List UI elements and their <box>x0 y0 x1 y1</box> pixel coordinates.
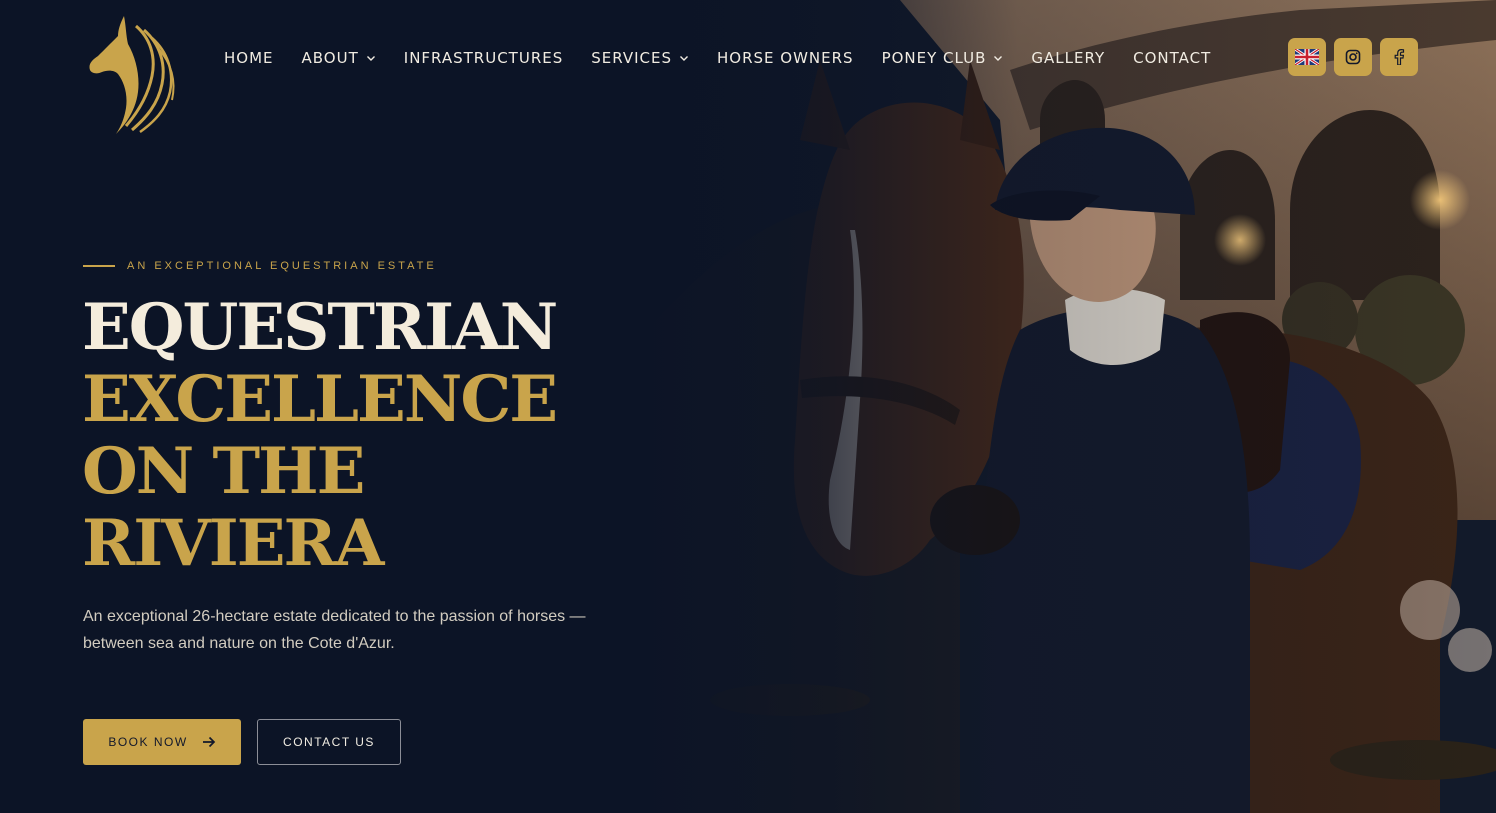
book-now-button[interactable]: BOOK NOW <box>83 719 241 765</box>
nav-item-services[interactable]: SERVICES <box>577 40 703 76</box>
nav-item-horse-owners[interactable]: HORSE OWNERS <box>703 40 868 76</box>
arrow-right-icon <box>202 735 216 749</box>
book-now-label: BOOK NOW <box>108 735 188 749</box>
horse-head-logo-icon[interactable] <box>84 12 180 136</box>
hero-eyebrow: AN EXCEPTIONAL EQUESTRIAN ESTATE <box>83 260 437 272</box>
uk-flag-icon <box>1295 49 1319 65</box>
nav-item-label: ABOUT <box>301 49 359 67</box>
facebook-icon <box>1393 49 1405 65</box>
contact-us-button[interactable]: CONTACT US <box>257 719 401 765</box>
nav-item-home[interactable]: HOME <box>210 40 288 76</box>
headline-line: RIVIERA <box>82 506 384 581</box>
nav-item-label: HORSE OWNERS <box>717 49 854 67</box>
nav-item-contact[interactable]: CONTACT <box>1119 40 1225 76</box>
eyebrow-divider <box>83 265 115 267</box>
instagram-icon <box>1345 49 1361 65</box>
contact-us-label: CONTACT US <box>283 735 375 749</box>
eyebrow-text: AN EXCEPTIONAL EQUESTRIAN ESTATE <box>127 260 437 272</box>
instagram-button[interactable] <box>1334 38 1372 76</box>
headline-line: ON THE <box>82 434 365 509</box>
nav-item-label: HOME <box>224 49 274 67</box>
chevron-down-icon <box>993 53 1003 63</box>
headline-line: EQUESTRIAN <box>82 290 558 365</box>
hero-headline: EQUESTRIAN EXCELLENCE ON THE RIVIERA <box>82 292 702 580</box>
nav-item-label: INFRASTRUCTURES <box>403 49 564 67</box>
nav-item-label: PONEY CLUB <box>881 49 987 67</box>
main-nav: HOME ABOUT INFRASTRUCTURES SERVICES HORS… <box>210 40 1225 76</box>
hero-section: HOME ABOUT INFRASTRUCTURES SERVICES HORS… <box>0 0 1496 813</box>
nav-item-label: CONTACT <box>1133 49 1212 67</box>
chevron-down-icon <box>366 53 376 63</box>
headline-line: EXCELLENCE <box>82 362 558 437</box>
hero-subtitle: An exceptional 26-hectare estate dedicat… <box>83 608 586 652</box>
language-button[interactable] <box>1288 38 1326 76</box>
nav-item-label: GALLERY <box>1031 49 1106 67</box>
chevron-down-icon <box>679 53 689 63</box>
nav-item-about[interactable]: ABOUT <box>288 40 390 76</box>
nav-item-gallery[interactable]: GALLERY <box>1017 40 1119 76</box>
nav-item-infrastructures[interactable]: INFRASTRUCTURES <box>390 40 577 76</box>
facebook-button[interactable] <box>1380 38 1418 76</box>
nav-item-label: SERVICES <box>591 49 673 67</box>
nav-item-poney-club[interactable]: PONEY CLUB <box>868 40 1018 76</box>
